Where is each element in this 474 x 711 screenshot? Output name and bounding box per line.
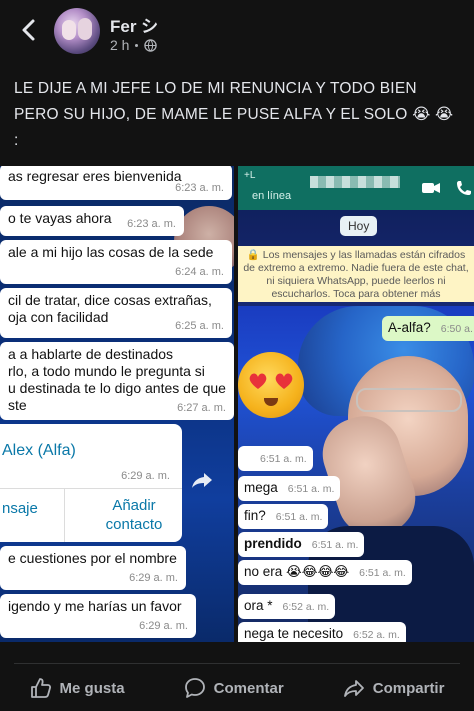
chat-screenshot-left: as regresar eres bienvenida 6:23 a. m. o… xyxy=(0,166,234,642)
share-label: Compartir xyxy=(372,679,445,697)
globe-icon xyxy=(144,38,158,52)
share-button[interactable]: Compartir xyxy=(343,677,445,699)
post-caption: LE DIJE A MI JEFE LO DE MI RENUNCIA Y TO… xyxy=(14,80,454,149)
chat-message: prendido 6:51 a. m. xyxy=(238,532,365,557)
date-chip: Hoy xyxy=(340,216,378,236)
contact-name[interactable]: Alex (Alfa) xyxy=(2,442,76,460)
add-contact-button[interactable]: Añadir contacto xyxy=(94,496,174,534)
comment-bubble-icon xyxy=(184,678,205,698)
chat-message: fin? 6:51 a. m. xyxy=(238,504,329,529)
chat-message: cil de tratar, dice cosas extrañas, oja … xyxy=(0,288,232,338)
chat-message: e cuestiones por el nombre 6:29 a. m. xyxy=(0,546,186,590)
comment-button[interactable]: Comentar xyxy=(184,677,284,699)
chat-message: as regresar eres bienvenida 6:23 a. m. xyxy=(0,166,232,200)
contact-time: 6:29 a. m. xyxy=(121,470,170,482)
chat-message: nega te necesito 6:52 a. m. xyxy=(238,622,406,642)
post-actions: Me gusta Comentar Compartir xyxy=(0,670,474,706)
chat-message: o te vayas ahora 6:23 a. m. xyxy=(0,206,184,236)
post-image[interactable]: as regresar eres bienvenida 6:23 a. m. o… xyxy=(0,166,474,642)
encryption-notice[interactable]: 🔒 Los mensajes y las llamadas están cifr… xyxy=(238,246,474,302)
chat-message: igendo y me harías un favor 6:29 a. m. xyxy=(0,594,196,638)
chat-message: ale a mi hijo las cosas de la sede 6:24 … xyxy=(0,240,232,284)
online-status: en línea xyxy=(252,190,292,202)
chat-message: ora * 6:52 a. m. xyxy=(238,594,336,619)
chat-message: mega 6:51 a. m. xyxy=(238,476,341,501)
chat-message: no era 😭😂😂😂 6:51 a. m. xyxy=(238,560,412,585)
like-button[interactable]: Me gusta xyxy=(30,677,125,699)
thumbs-up-icon xyxy=(30,678,51,698)
phone-icon[interactable] xyxy=(456,180,472,196)
heart-eye-icon xyxy=(275,373,293,389)
author-name[interactable]: Fer シ xyxy=(110,12,158,37)
post-meta: 2 h xyxy=(110,37,158,53)
chat-screenshot-right: +L en línea Hoy 🔒 Los mensajes y las lla… xyxy=(238,166,474,642)
message-button[interactable]: nsaje xyxy=(2,500,38,517)
comment-label: Comentar xyxy=(213,679,284,697)
post-time: 2 h xyxy=(110,37,130,53)
post-header: Fer シ 2 h xyxy=(0,0,474,62)
action-separator xyxy=(14,663,460,664)
forward-arrow-icon[interactable] xyxy=(190,470,214,490)
share-icon xyxy=(343,680,364,697)
status-bar-text: +L xyxy=(244,170,256,181)
meta-dot xyxy=(135,43,139,47)
card-divider xyxy=(0,488,182,489)
chat-message: 6:51 a. m. xyxy=(238,446,313,471)
like-label: Me gusta xyxy=(59,679,125,697)
card-divider-vertical xyxy=(64,488,65,542)
outgoing-message: A-alfa? 6:50 a. xyxy=(382,316,474,341)
emoji-mouth xyxy=(264,398,278,406)
avatar[interactable] xyxy=(54,8,100,54)
censored-contact-name xyxy=(310,176,400,188)
heart-eye-icon xyxy=(249,373,267,389)
photo-glasses xyxy=(356,388,462,412)
back-arrow-icon[interactable] xyxy=(16,17,42,43)
contact-card[interactable]: Alex (Alfa) 6:29 a. m. nsaje Añadir cont… xyxy=(0,424,182,542)
video-call-icon[interactable] xyxy=(422,182,440,194)
heart-eyes-emoji xyxy=(238,352,304,418)
chat-message: a a hablarte de destinados rlo, a todo m… xyxy=(0,342,234,420)
whatsapp-header: +L en línea xyxy=(238,166,474,210)
